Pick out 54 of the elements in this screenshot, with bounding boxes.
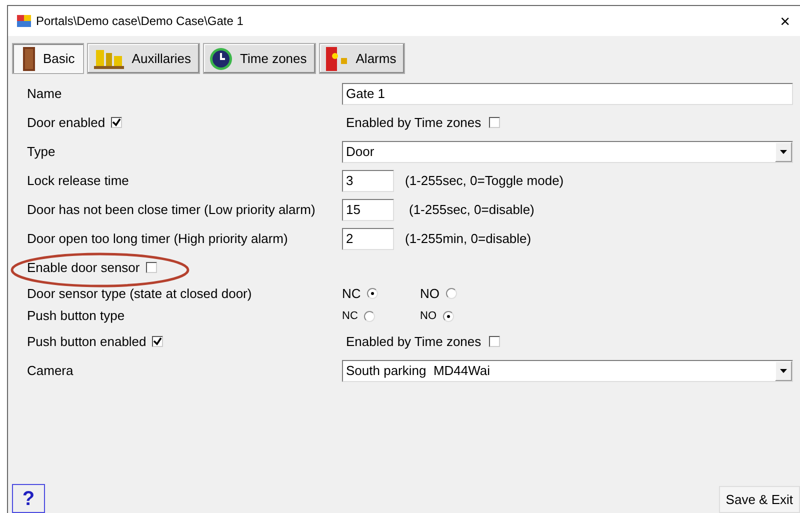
radio-button[interactable] [364,310,375,322]
checkbox[interactable] [489,336,500,347]
option-label: NO [420,284,440,303]
field-label: Enabled by Time zones [346,332,482,351]
field-label: Camera [27,362,74,380]
field-label: Door enabled [27,114,106,132]
checkbox[interactable] [489,117,500,128]
field-label: Door sensor type (state at closed door) [27,284,252,303]
field-label: Door open too long timer (High priority alarm) [27,230,288,248]
tab[interactable]: Alarms [318,43,406,74]
caret-icon [780,368,787,372]
dropdown-button[interactable] [775,360,792,380]
clock-icon [210,48,232,70]
close-button[interactable]: × [778,12,792,30]
window-title: Portals\Demo case\Demo Case\Gate 1 [36,13,244,30]
radio-button[interactable] [366,288,378,299]
dropdown-field[interactable]: Door [342,140,793,162]
field-label: Door has not been close timer (Low priority alarm) [27,200,316,219]
radio-button[interactable] [446,288,456,299]
text-field[interactable]: Gate 1 [342,82,793,104]
option-label: NC [342,284,361,303]
hint-text: (1-255min, 0=disable) [405,230,532,248]
caret-icon [780,150,787,154]
field-label: Enable door sensor [27,258,140,277]
checkbox[interactable] [152,336,164,347]
field-label: Push button enabled [27,332,146,351]
door-icon [23,46,35,70]
help-button[interactable]: ? [12,484,45,513]
dropdown-field[interactable]: South parking MD44Wai [342,360,793,382]
field-label: Lock release time [27,172,129,190]
alarm-door-icon [326,46,348,70]
checkbox[interactable] [146,262,157,273]
field-label: Push button type [27,307,125,326]
field-label: Enabled by Time zones [346,114,482,132]
option-label: NC [342,308,358,324]
hint-text: (1-255sec, 0=disable) [409,200,534,219]
hint-text: (1-255sec, 0=Toggle mode) [405,172,564,190]
tab[interactable]: Auxillaries [86,43,200,74]
dropdown-button[interactable] [775,142,792,162]
field-label: Type [27,142,56,161]
checkbox[interactable] [111,117,122,128]
field-label: Name [27,84,62,103]
radio-button[interactable] [442,310,454,322]
number-field[interactable]: 15 [342,198,394,220]
number-field[interactable]: 3 [342,170,394,192]
number-field[interactable]: 2 [342,228,394,250]
app-icon [17,15,31,27]
check-icon [153,337,162,346]
option-label: NO [420,308,436,324]
tab[interactable]: Basic [12,43,84,74]
shelf-icon [94,48,124,70]
check-icon [112,118,122,127]
save-exit-button[interactable]: Save & Exit [718,486,800,513]
tab[interactable]: Time zones [203,43,316,74]
